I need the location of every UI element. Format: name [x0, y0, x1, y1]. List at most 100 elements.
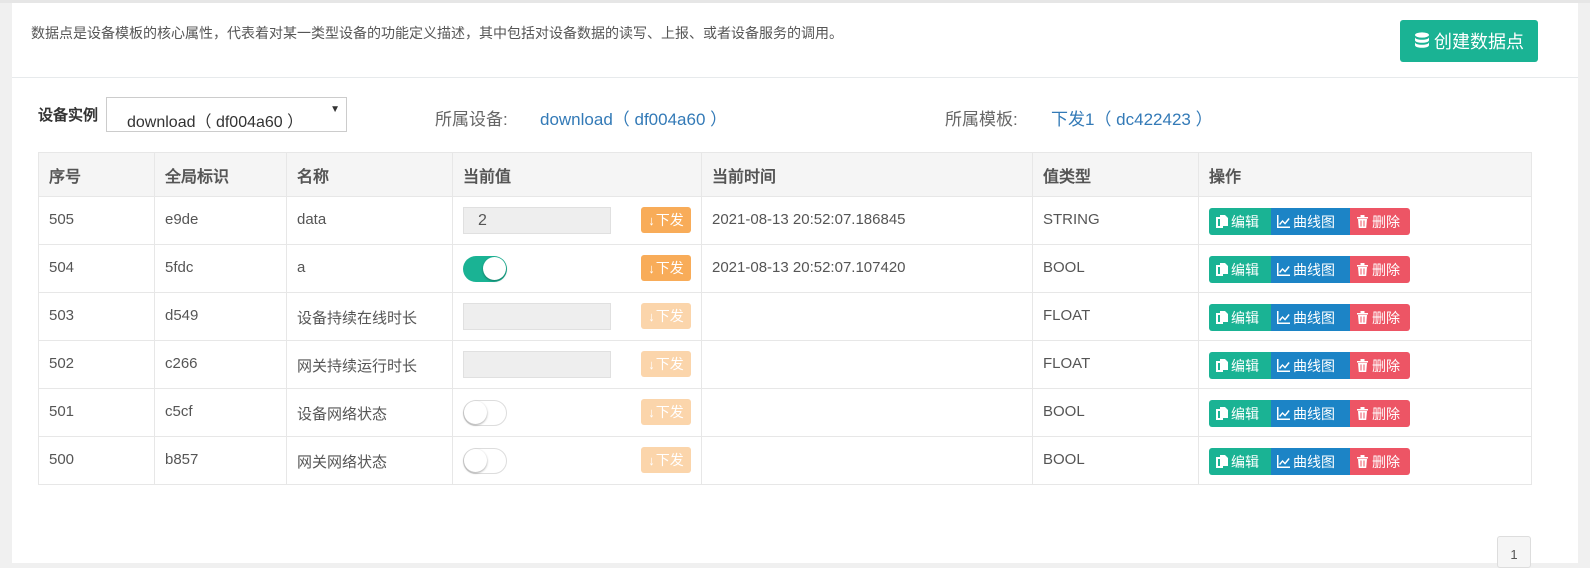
cell-global-id: c266 [154, 340, 287, 389]
chart-label: 曲线图 [1293, 357, 1335, 374]
content-panel: 数据点是设备模板的核心属性，代表着对某一类型设备的功能定义描述，其中包括对设备数… [12, 3, 1578, 568]
chart-button[interactable]: 曲线图 [1271, 352, 1350, 379]
col-header-global-id: 全局标识 [154, 152, 287, 197]
cell-current-time [701, 436, 1033, 485]
chart-button[interactable]: 曲线图 [1271, 208, 1350, 235]
delete-label: 删除 [1372, 405, 1400, 422]
cell-global-id: 5fdc [154, 244, 287, 293]
arrow-down-icon: ↓ [648, 356, 655, 372]
delete-button[interactable]: 删除 [1350, 208, 1410, 235]
action-button-group: 编辑 曲线图 删除 [1209, 304, 1521, 331]
arrow-down-icon: ↓ [648, 452, 655, 468]
line-chart-icon [1277, 359, 1290, 372]
table-row: 504 5fdc a ↓ 下发 2021-08-13 20:52:07.107420 BOO… [38, 244, 1532, 293]
send-label: 下发 [655, 452, 684, 468]
cell-name: 设备网络状态 [286, 388, 453, 437]
send-button[interactable]: ↓ 下发 [641, 255, 691, 281]
caret-down-icon: ▼ [330, 104, 340, 115]
cell-current-value: ↓ 下发 [452, 388, 702, 437]
cell-actions: 编辑 曲线图 删除 [1198, 292, 1532, 341]
delete-label: 删除 [1372, 261, 1400, 278]
delete-button[interactable]: 删除 [1350, 304, 1410, 331]
cell-name: 网关网络状态 [286, 436, 453, 485]
arrow-down-icon: ↓ [648, 308, 655, 324]
chart-button[interactable]: 曲线图 [1271, 400, 1350, 427]
chart-label: 曲线图 [1293, 309, 1335, 326]
header-divider [12, 77, 1578, 78]
edit-label: 编辑 [1231, 357, 1259, 374]
datapoint-table: 序号 全局标识 名称 当前值 当前时间 值类型 操作 505 e9de data 2 ↓… [38, 152, 1532, 485]
cell-actions: 编辑 曲线图 删除 [1198, 436, 1532, 485]
owner-device-label: 所属设备: [435, 110, 508, 129]
table-row: 503 d549 设备持续在线时长 ↓ 下发 FLOAT 编辑 曲线图 删除 [38, 292, 1532, 341]
chart-label: 曲线图 [1293, 261, 1335, 278]
delete-label: 删除 [1372, 357, 1400, 374]
delete-button[interactable]: 删除 [1350, 352, 1410, 379]
delete-button[interactable]: 删除 [1350, 448, 1410, 475]
chart-button[interactable]: 曲线图 [1271, 448, 1350, 475]
owner-template-link[interactable]: 下发1（ dc422423 ） [1051, 105, 1213, 130]
pagination-page-1[interactable]: 1 [1497, 536, 1531, 568]
cell-actions: 编辑 曲线图 删除 [1198, 340, 1532, 389]
copy-icon [1216, 455, 1228, 468]
send-button[interactable]: ↓ 下发 [641, 351, 691, 377]
value-input[interactable]: 2 [463, 207, 611, 234]
delete-button[interactable]: 删除 [1350, 256, 1410, 283]
edit-label: 编辑 [1231, 453, 1259, 470]
action-button-group: 编辑 曲线图 删除 [1209, 352, 1521, 379]
edit-button[interactable]: 编辑 [1209, 448, 1271, 475]
toggle-knob [483, 257, 506, 280]
edit-button[interactable]: 编辑 [1209, 256, 1271, 283]
create-datapoint-button[interactable]: 创建数据点 [1400, 20, 1538, 62]
cell-current-time: 2021-08-13 20:52:07.186845 [701, 196, 1033, 245]
value-input[interactable] [463, 351, 611, 378]
trash-icon [1357, 407, 1368, 420]
col-header-current-value: 当前值 [452, 152, 702, 197]
owner-device-link[interactable]: download（ df004a60 ） [540, 105, 727, 130]
delete-button[interactable]: 删除 [1350, 400, 1410, 427]
cell-value-type: FLOAT [1032, 340, 1199, 389]
value-input[interactable] [463, 303, 611, 330]
edit-button[interactable]: 编辑 [1209, 304, 1271, 331]
cell-current-value: ↓ 下发 [452, 244, 702, 293]
cell-global-id: c5cf [154, 388, 287, 437]
toggle-knob [464, 449, 487, 472]
chart-button[interactable]: 曲线图 [1271, 256, 1350, 283]
chart-button[interactable]: 曲线图 [1271, 304, 1350, 331]
page-description: 数据点是设备模板的核心属性，代表着对某一类型设备的功能定义描述，其中包括对设备数… [31, 25, 843, 41]
cell-current-time [701, 340, 1033, 389]
send-button[interactable]: ↓ 下发 [641, 303, 691, 329]
cell-id: 503 [38, 292, 155, 341]
send-label: 下发 [655, 308, 684, 324]
cell-global-id: b857 [154, 436, 287, 485]
device-instance-select[interactable]: download（ df004a60 ） ▼ [106, 97, 347, 132]
value-toggle[interactable] [463, 256, 507, 282]
chart-label: 曲线图 [1293, 213, 1335, 230]
send-button[interactable]: ↓ 下发 [641, 207, 691, 233]
edit-button[interactable]: 编辑 [1209, 208, 1271, 235]
arrow-down-icon: ↓ [648, 260, 655, 276]
cell-current-time [701, 388, 1033, 437]
table-row: 501 c5cf 设备网络状态 ↓ 下发 BOOL 编辑 曲线图 删除 [38, 388, 1532, 437]
edit-button[interactable]: 编辑 [1209, 352, 1271, 379]
send-button[interactable]: ↓ 下发 [641, 399, 691, 425]
send-button[interactable]: ↓ 下发 [641, 447, 691, 473]
value-toggle[interactable] [463, 448, 507, 474]
cell-actions: 编辑 曲线图 删除 [1198, 388, 1532, 437]
col-header-value-type: 值类型 [1032, 152, 1199, 197]
table-row: 500 b857 网关网络状态 ↓ 下发 BOOL 编辑 曲线图 删除 [38, 436, 1532, 485]
create-datapoint-label: 创建数据点 [1434, 32, 1524, 52]
edit-button[interactable]: 编辑 [1209, 400, 1271, 427]
trash-icon [1357, 215, 1368, 228]
cell-id: 500 [38, 436, 155, 485]
cell-value-type: STRING [1032, 196, 1199, 245]
value-toggle[interactable] [463, 400, 507, 426]
arrow-down-icon: ↓ [648, 404, 655, 420]
database-icon [1415, 32, 1429, 48]
chart-label: 曲线图 [1293, 405, 1335, 422]
owner-template-label: 所属模板: [945, 110, 1018, 129]
cell-id: 505 [38, 196, 155, 245]
action-button-group: 编辑 曲线图 删除 [1209, 256, 1521, 283]
action-button-group: 编辑 曲线图 删除 [1209, 208, 1521, 235]
toggle-knob [464, 401, 487, 424]
